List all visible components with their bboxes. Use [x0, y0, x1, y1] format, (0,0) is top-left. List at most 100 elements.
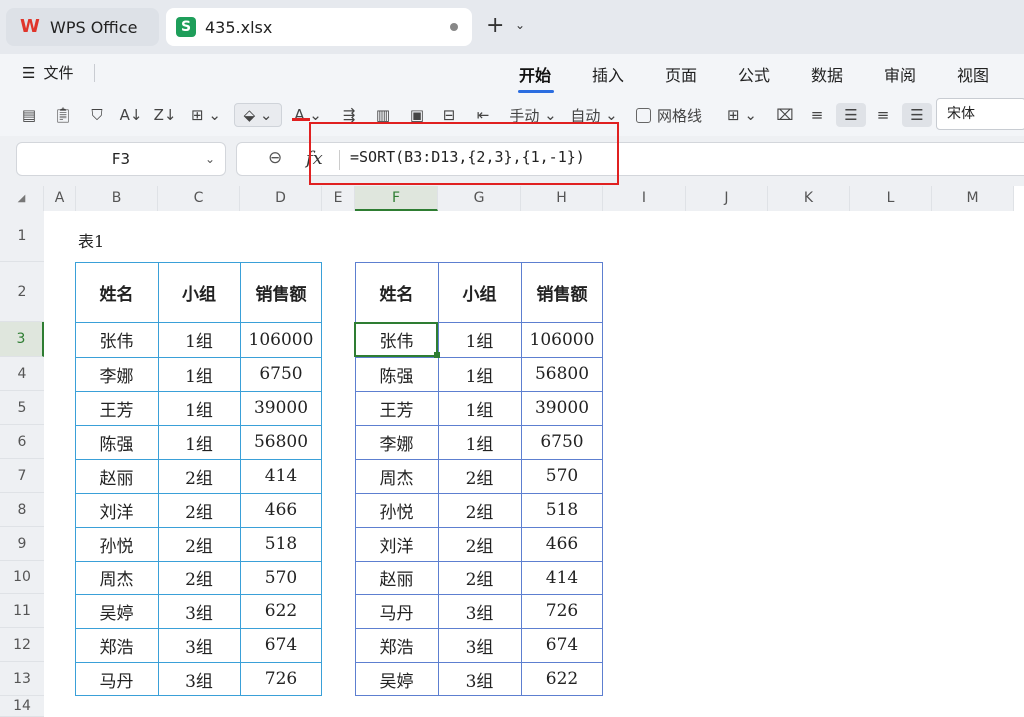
left_table-cell[interactable]: 674	[240, 628, 322, 662]
clear-format-icon[interactable]: ⌧	[774, 103, 796, 127]
right_table-cell[interactable]: 李娜	[355, 425, 438, 459]
ribbon-tab-4[interactable]: 数据	[811, 62, 843, 86]
zoom-icon[interactable]: ⊖	[268, 148, 282, 168]
left_table-cell[interactable]: 1组	[158, 425, 240, 459]
left_table-cell[interactable]: 3组	[158, 628, 240, 662]
left_table-cell[interactable]: 56800	[240, 425, 322, 459]
ribbon-tab-6[interactable]: 视图	[957, 62, 989, 86]
file-menu-button[interactable]: ☰ 文件	[22, 62, 73, 83]
left_table-cell[interactable]: 622	[240, 594, 322, 628]
right_table-cell[interactable]: 马丹	[355, 594, 438, 628]
row-header-12[interactable]: 12	[0, 628, 44, 662]
left_table-cell[interactable]: 2组	[158, 493, 240, 527]
left_table-cell[interactable]: 466	[240, 493, 322, 527]
left_table-cell[interactable]: 39000	[240, 391, 322, 425]
align-center-icon[interactable]: ☰	[836, 103, 866, 127]
right_table-cell[interactable]: 孙悦	[355, 493, 438, 527]
left_table-header-cell[interactable]: 小组	[158, 262, 240, 322]
row-header-11[interactable]: 11	[0, 594, 44, 628]
column-header-m[interactable]: M	[932, 186, 1014, 211]
right_table-cell[interactable]: 3组	[438, 594, 521, 628]
right_table-cell[interactable]: 2组	[438, 561, 521, 594]
row-header-3[interactable]: 3	[0, 322, 44, 357]
cell-style-icon[interactable]: ⊞ ⌄	[722, 103, 762, 127]
row-header-9[interactable]: 9	[0, 527, 44, 561]
unsaved-dot-icon[interactable]	[450, 23, 458, 31]
right_table-cell[interactable]: 3组	[438, 628, 521, 662]
left_table-cell[interactable]: 6750	[240, 357, 322, 391]
name-box[interactable]: F3 ⌄	[16, 142, 226, 176]
row-header-8[interactable]: 8	[0, 493, 44, 527]
column-header-k[interactable]: K	[768, 186, 850, 211]
new-tab-button[interactable]: +	[486, 14, 504, 38]
right_table-cell[interactable]: 106000	[521, 322, 603, 357]
column-header-e[interactable]: E	[322, 186, 355, 211]
ribbon-tab-0[interactable]: 开始	[519, 62, 551, 86]
right_table-cell[interactable]: 1组	[438, 391, 521, 425]
left_table-cell[interactable]: 1组	[158, 357, 240, 391]
left_table-cell[interactable]: 414	[240, 459, 322, 493]
right_table-cell[interactable]: 吴婷	[355, 662, 438, 696]
left_table-cell[interactable]: 1组	[158, 322, 240, 357]
left_table-cell[interactable]: 刘洋	[75, 493, 158, 527]
ribbon-tab-1[interactable]: 插入	[592, 62, 624, 86]
left_table-header-cell[interactable]: 姓名	[75, 262, 158, 322]
right_table-cell[interactable]: 郑浩	[355, 628, 438, 662]
right_table-cell[interactable]: 赵丽	[355, 561, 438, 594]
fill-color-button[interactable]: ⬙ ⌄	[234, 103, 282, 127]
gridlines-toggle[interactable]: 网格线	[632, 103, 706, 127]
column-header-l[interactable]: L	[850, 186, 932, 211]
column-header-b[interactable]: B	[76, 186, 158, 211]
table-caption[interactable]: 表1	[78, 228, 104, 252]
right_table-cell[interactable]: 周杰	[355, 459, 438, 493]
row-header-1[interactable]: 1	[0, 211, 44, 262]
active-cell-selection[interactable]	[354, 322, 438, 357]
row-header-5[interactable]: 5	[0, 391, 44, 425]
right_table-header-cell[interactable]: 销售额	[521, 262, 603, 322]
right_table-cell[interactable]: 414	[521, 561, 603, 594]
right_table-cell[interactable]: 674	[521, 628, 603, 662]
left_table-cell[interactable]: 2组	[158, 561, 240, 594]
left_table-cell[interactable]: 周杰	[75, 561, 158, 594]
right_table-cell[interactable]: 6750	[521, 425, 603, 459]
right_table-cell[interactable]: 刘洋	[355, 527, 438, 561]
row-header-10[interactable]: 10	[0, 561, 44, 594]
left_table-cell[interactable]: 赵丽	[75, 459, 158, 493]
left_table-cell[interactable]: 李娜	[75, 357, 158, 391]
right_table-cell[interactable]: 1组	[438, 322, 521, 357]
sort-ascending-icon[interactable]: A↓	[118, 103, 144, 127]
paste-values-icon[interactable]: ▤	[18, 103, 40, 127]
right_table-cell[interactable]: 3组	[438, 662, 521, 696]
borders-icon[interactable]: ⊞ ⌄	[188, 103, 224, 127]
select-all-corner[interactable]: ◢	[0, 186, 44, 211]
right_table-cell[interactable]: 570	[521, 459, 603, 493]
right_table-cell[interactable]: 622	[521, 662, 603, 696]
ribbon-tab-2[interactable]: 页面	[665, 62, 697, 86]
left_table-cell[interactable]: 张伟	[75, 322, 158, 357]
left_table-cell[interactable]: 518	[240, 527, 322, 561]
right_table-cell[interactable]: 518	[521, 493, 603, 527]
column-header-j[interactable]: J	[686, 186, 768, 211]
column-header-i[interactable]: I	[603, 186, 686, 211]
right_table-cell[interactable]: 陈强	[355, 357, 438, 391]
right_table-cell[interactable]: 2组	[438, 493, 521, 527]
left_table-cell[interactable]: 陈强	[75, 425, 158, 459]
left_table-cell[interactable]: 吴婷	[75, 594, 158, 628]
row-header-4[interactable]: 4	[0, 357, 44, 391]
left_table-cell[interactable]: 106000	[240, 322, 322, 357]
row-header-6[interactable]: 6	[0, 425, 44, 459]
chevron-down-icon[interactable]: ⌄	[515, 18, 525, 32]
left_table-cell[interactable]: 3组	[158, 594, 240, 628]
row-header-14[interactable]: 14	[0, 696, 44, 717]
right_table-cell[interactable]: 2组	[438, 459, 521, 493]
tab-file[interactable]: S 435.xlsx	[166, 8, 472, 46]
gridlines-checkbox[interactable]	[635, 107, 651, 123]
column-header-f[interactable]: F	[355, 186, 438, 211]
row-header-13[interactable]: 13	[0, 662, 44, 696]
left_table-cell[interactable]: 1组	[158, 391, 240, 425]
align-right-icon[interactable]: ≡	[872, 103, 894, 127]
left_table-cell[interactable]: 726	[240, 662, 322, 696]
right_table-cell[interactable]: 1组	[438, 425, 521, 459]
right_table-cell[interactable]: 1组	[438, 357, 521, 391]
right_table-header-cell[interactable]: 姓名	[355, 262, 438, 322]
